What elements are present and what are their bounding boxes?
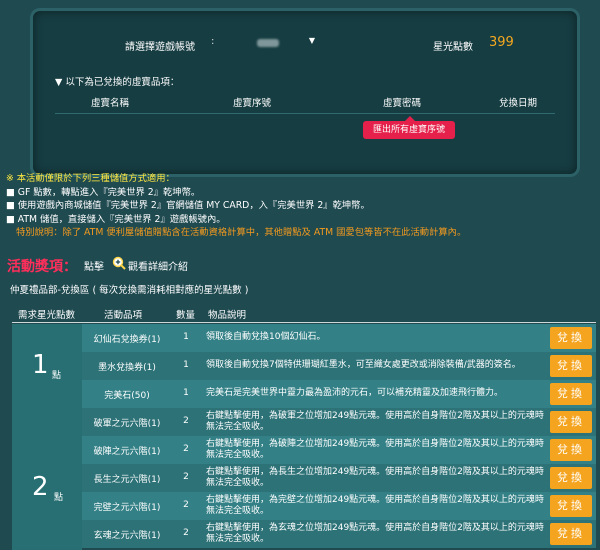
item-qty: 2 [183,500,189,510]
points-cell: 2 點 [12,408,82,550]
redeem-button[interactable]: 兌換 [550,439,592,461]
account-select[interactable]: : ▼ [211,35,315,51]
redeemed-title: ▼ 以下為已兌換的虛寶品項： [55,77,180,88]
header-points: 需求星光點數 [18,310,76,321]
header-desc: 物品說明 [208,310,247,321]
notice-title: ※ 本活動僅限於下列三種儲值方式適用： [6,173,175,184]
item-desc: 右鍵點擊使用，為完壁之位增加249點元魂。使用高於自身階位2階及其以上的元魂時無… [206,495,544,516]
activity-title: 活動獎項： [7,259,77,275]
header-item: 活動品項 [104,310,143,321]
redeem-button[interactable]: 兌換 [550,383,592,405]
redeem-button[interactable]: 兌換 [550,411,592,433]
item-qty: 1 [183,388,189,398]
col-serial: 虛寶序號 [233,98,272,109]
redeem-button[interactable]: 兌換 [550,467,592,489]
redeem-button[interactable]: 兌換 [550,523,592,545]
item-qty: 1 [183,332,189,342]
item-name: 幻仙石兌換券(1) [93,335,161,345]
account-select-label: 請選擇遊戲帳號 [125,42,195,53]
points-unit: 點 [54,493,64,503]
item-desc: 右鍵點擊使用，為破陣之位增加249點元魂。使用高於自身階位2階及其以上的元魂時無… [206,439,544,460]
redeem-button[interactable]: 兌換 [550,327,592,349]
table-row: 幻仙石兌換券(1) 1 領取後自動兌換10個幻仙石。 兌換 [82,324,596,352]
zone-title: 仲夏禮品部-兌換區 ( 每次兌換需消耗相對應的星光點數 ) [10,285,249,296]
points-cell: 1 點 [12,324,82,408]
notice-line: ■ GF 點數，轉點進入『完美世界 2』乾坤幣。 [6,186,201,198]
notice-line: ■ 使用遊戲內商城儲值『完美世界 2』官網儲值 MY CARD，入『完美世界 2… [6,200,370,212]
item-name: 破陣之元六階(1) [93,447,161,457]
item-name: 完美石(50) [104,391,150,401]
points-unit: 點 [52,371,62,381]
caret-down-icon: ▼ [308,36,315,45]
item-name: 玄魂之元六階(1) [93,531,161,541]
points-group-1: 1 點 幻仙石兌換券(1) 1 領取後自動兌換10個幻仙石。 兌換 墨水兌換券(… [12,324,596,408]
item-desc: 領取後自動兌換10個幻仙石。 [206,332,326,342]
col-item-name: 虛寶名稱 [91,98,130,109]
table-row: 長生之元六階(1) 2 右鍵點擊使用，為長生之位增加249點元魂。使用高於自身階… [82,464,596,492]
table-row: 完美石(50) 1 完美石是完美世界中靈力最為盈沛的元石，可以補充精靈及加速飛行… [82,380,596,408]
item-desc: 完美石是完美世界中靈力最為盈沛的元石，可以補充精靈及加速飛行體力。 [206,388,504,398]
table-row: 玄魂之元六階(1) 2 右鍵點擊使用，為玄魂之位增加249點元魂。使用高於自身階… [82,520,596,548]
points-value: 2 [32,472,49,502]
notice-special: 特別說明：除了 ATM 便利屋儲值贈點含在活動資格計算中，其他贈點及 ATM 國… [16,227,467,239]
points-value: 1 [32,350,49,380]
payment-notice: ※ 本活動僅限於下列三種儲值方式適用： ■ GF 點數，轉點進入『完美世界 2』… [6,172,466,240]
item-desc: 右鍵點擊使用，為玄魂之位增加249點元魂。使用高於自身階位2階及其以上的元魂時無… [206,523,544,544]
item-name: 墨水兌換券(1) [98,363,156,373]
item-desc: 領取後自動兌換7個特供珊瑚紅墨水，可至織女處更改或消除裝備/武器的簽名。 [206,360,521,370]
activity-hint: 點擊 [84,262,104,273]
magnifier-plus-icon[interactable] [112,256,126,270]
table-row: 破陣之元六階(1) 2 右鍵點擊使用，為破陣之位增加249點元魂。使用高於自身階… [82,436,596,464]
item-qty: 2 [183,444,189,454]
points-group-2: 2 點 破軍之元六階(1) 2 右鍵點擊使用，為破軍之位增加249點元魂。使用高… [12,408,596,550]
table-row: 破軍之元六階(1) 2 右鍵點擊使用，為破軍之位增加249點元魂。使用高於自身階… [82,408,596,436]
table-row: 墨水兌換券(1) 1 領取後自動兌換7個特供珊瑚紅墨水，可至織女處更改或消除裝備… [82,352,596,380]
account-name-redacted [257,39,279,47]
item-desc: 右鍵點擊使用，為長生之位增加249點元魂。使用高於自身階位2階及其以上的元魂時無… [206,467,544,488]
redeem-button[interactable]: 兌換 [550,355,592,377]
redeem-button[interactable]: 兌換 [550,495,592,517]
item-qty: 2 [183,528,189,538]
account-select-colon: : [211,36,215,47]
header-qty: 數量 [176,310,196,321]
col-date: 兌換日期 [499,98,538,109]
notice-line: ■ ATM 儲值，直接儲入『完美世界 2』遊戲帳號內。 [6,213,226,225]
star-points-value: 399 [489,35,514,50]
item-name: 長生之元六階(1) [93,475,161,485]
item-name: 破軍之元六階(1) [93,419,161,429]
item-qty: 2 [183,416,189,426]
table-header: 需求星光點數 活動品項 數量 物品說明 [12,304,596,323]
details-link[interactable]: 觀看詳細介紹 [128,258,188,273]
item-qty: 1 [183,360,189,370]
col-password: 虛寶密碼 [383,98,422,109]
table-row: 完壁之元六階(1) 2 右鍵點擊使用，為完壁之位增加249點元魂。使用高於自身階… [82,492,596,520]
item-name: 完壁之元六階(1) [93,503,161,513]
divider [55,113,555,114]
account-panel: 請選擇遊戲帳號 : ▼ 星光點數 399 ▼ 以下為已兌換的虛寶品項： 虛寶名稱… [30,8,580,177]
item-qty: 2 [183,472,189,482]
export-serials-button[interactable]: 匯出所有虛寶序號 [363,116,455,139]
item-desc: 右鍵點擊使用，為破軍之位增加249點元魂。使用高於自身階位2階及其以上的元魂時無… [206,411,544,432]
star-points-label: 星光點數 [433,42,473,53]
